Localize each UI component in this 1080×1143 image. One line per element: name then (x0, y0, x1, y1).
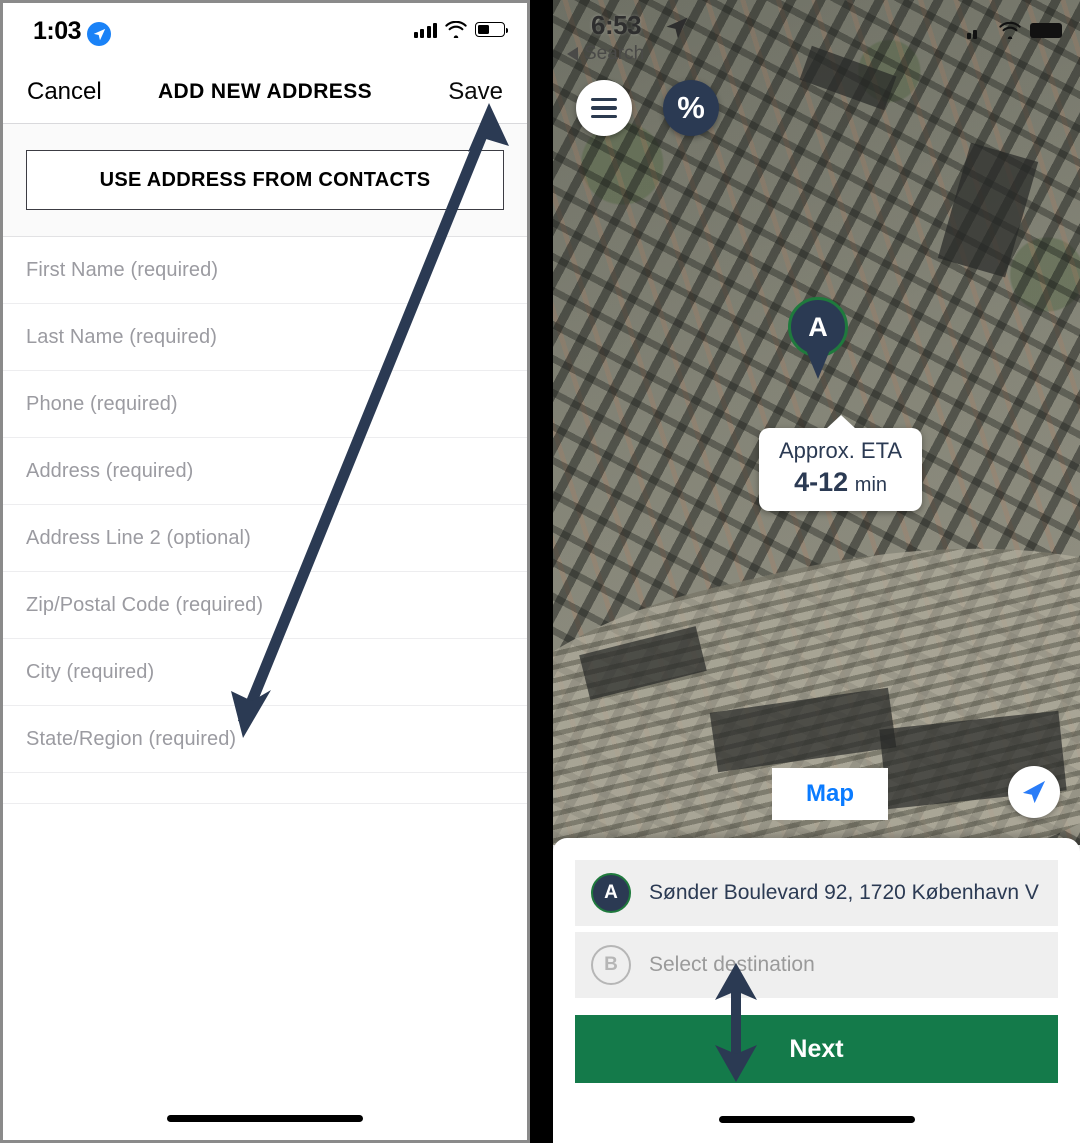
screenshot-root: 1:03 Cancel ADD NEW ADDRESS Save USE ADD… (0, 0, 1080, 1143)
location-arrow-icon (665, 16, 689, 45)
back-triangle-icon (567, 47, 578, 61)
location-arrow-icon (1022, 780, 1046, 804)
eta-unit: min (854, 474, 888, 496)
last-name-field[interactable]: Last Name (required) (3, 304, 527, 371)
pickup-address-text: Sønder Boulevard 92, 1720 København V (649, 881, 1039, 904)
pickup-address-row[interactable]: A Sønder Boulevard 92, 1720 København V (575, 860, 1058, 926)
hamburger-menu-icon[interactable] (576, 80, 632, 136)
first-name-field[interactable]: First Name (required) (3, 237, 527, 304)
next-button[interactable]: Next (575, 1015, 1058, 1083)
location-arrow-icon (87, 22, 111, 46)
route-bottom-sheet: A Sønder Boulevard 92, 1720 København V … (553, 838, 1080, 1143)
zip-postal-code-placeholder: Zip/Postal Code (required) (26, 593, 264, 616)
phone-field[interactable]: Phone (required) (3, 371, 527, 438)
status-time: 6:53 (591, 10, 642, 40)
last-name-placeholder: Last Name (required) (26, 325, 217, 348)
state-region-field[interactable]: State/Region (required) (3, 706, 527, 773)
left-nav-bar: Cancel ADD NEW ADDRESS Save (3, 65, 527, 124)
address-placeholder: Address (required) (26, 459, 194, 482)
address-field[interactable]: Address (required) (3, 438, 527, 505)
badge-a: A (591, 873, 631, 913)
locate-me-button[interactable] (1008, 766, 1060, 818)
destination-address-row[interactable]: B Select destination (575, 932, 1058, 998)
pin-tip (804, 345, 832, 379)
ride-booking-screen: 6:53 Search % A Approx. ETA 4-12 min Map… (553, 0, 1080, 1143)
status-time: 1:03 (33, 17, 82, 45)
cellular-bars-icon (966, 23, 991, 39)
destination-placeholder: Select destination (649, 953, 815, 976)
home-indicator (718, 1116, 915, 1123)
map-status-bar: 6:53 Search (553, 0, 1080, 65)
eta-value: 4-12 min (779, 467, 902, 498)
satellite-map[interactable]: 6:53 Search % A Approx. ETA 4-12 min Map (553, 0, 1080, 845)
save-button[interactable]: Save (448, 78, 503, 106)
contacts-button-container: USE ADDRESS FROM CONTACTS (3, 124, 527, 237)
wifi-icon (999, 22, 1021, 39)
address-line-2-field[interactable]: Address Line 2 (optional) (3, 505, 527, 572)
address-form: First Name (required) Last Name (require… (3, 237, 527, 804)
wifi-icon (445, 21, 467, 38)
battery-icon (475, 22, 508, 37)
map-status-icons (966, 22, 1062, 39)
map-type-button[interactable]: Map (772, 768, 888, 820)
eta-callout: Approx. ETA 4-12 min (759, 428, 923, 511)
pickup-map-pin[interactable]: A (788, 297, 848, 379)
use-address-from-contacts-button[interactable]: USE ADDRESS FROM CONTACTS (26, 150, 504, 210)
back-label: Search (584, 43, 645, 64)
back-to-search-button[interactable]: Search (567, 43, 644, 65)
form-bottom-spacer (3, 773, 527, 804)
first-name-placeholder: First Name (required) (26, 258, 219, 281)
city-placeholder: City (required) (26, 660, 155, 683)
city-field[interactable]: City (required) (3, 639, 527, 706)
zip-postal-code-field[interactable]: Zip/Postal Code (required) (3, 572, 527, 639)
promo-percent-button[interactable]: % (663, 80, 719, 136)
left-status-icons (413, 21, 508, 38)
cellular-bars-icon (413, 22, 437, 38)
state-region-placeholder: State/Region (required) (26, 727, 237, 750)
add-new-address-screen: 1:03 Cancel ADD NEW ADDRESS Save USE ADD… (0, 0, 530, 1143)
address-line-2-placeholder: Address Line 2 (optional) (26, 526, 251, 549)
eta-range: 4-12 (794, 467, 849, 497)
left-status-bar: 1:03 (3, 3, 527, 65)
eta-label: Approx. ETA (779, 438, 903, 463)
home-indicator (167, 1115, 363, 1122)
battery-icon (1030, 23, 1062, 38)
badge-b: B (591, 945, 631, 985)
phone-placeholder: Phone (required) (26, 392, 178, 415)
